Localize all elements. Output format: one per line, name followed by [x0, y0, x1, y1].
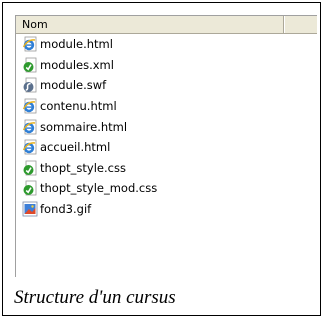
- file-row[interactable]: thopt_style_mod.css: [16, 178, 317, 199]
- flash-swf-icon: [22, 77, 38, 93]
- file-row[interactable]: module.swf: [16, 75, 317, 96]
- file-name: thopt_style.css: [40, 160, 126, 175]
- ie-html-icon: [22, 139, 38, 155]
- ie-html-icon: [22, 36, 38, 52]
- file-name: module.html: [40, 37, 113, 52]
- file-list-view: Nom module.html modules.xml module.swf cont…: [15, 15, 317, 277]
- ie-html-icon: [22, 119, 38, 135]
- file-name: module.swf: [40, 78, 107, 93]
- css-file-icon: [22, 180, 38, 196]
- list-header: Nom: [16, 16, 317, 34]
- file-row[interactable]: modules.xml: [16, 55, 317, 76]
- gif-image-icon: [22, 201, 38, 217]
- column-header-name[interactable]: Nom: [16, 16, 284, 33]
- file-name: contenu.html: [40, 99, 117, 114]
- file-name: fond3.gif: [40, 202, 92, 217]
- ie-html-icon: [22, 98, 38, 114]
- file-name: modules.xml: [40, 57, 114, 72]
- file-name: sommaire.html: [40, 119, 128, 134]
- file-row[interactable]: module.html: [16, 34, 317, 55]
- file-row[interactable]: thopt_style.css: [16, 158, 317, 179]
- css-file-icon: [22, 160, 38, 176]
- figure-caption: Structure d'un cursus: [14, 287, 176, 308]
- file-row[interactable]: sommaire.html: [16, 116, 317, 137]
- file-list: module.html modules.xml module.swf contenu.…: [16, 34, 317, 219]
- file-row[interactable]: contenu.html: [16, 96, 317, 117]
- column-header-empty[interactable]: [284, 16, 317, 33]
- xml-file-icon: [22, 57, 38, 73]
- file-row[interactable]: fond3.gif: [16, 199, 317, 220]
- file-name: accueil.html: [40, 140, 111, 155]
- file-row[interactable]: accueil.html: [16, 137, 317, 158]
- file-name: thopt_style_mod.css: [40, 181, 158, 196]
